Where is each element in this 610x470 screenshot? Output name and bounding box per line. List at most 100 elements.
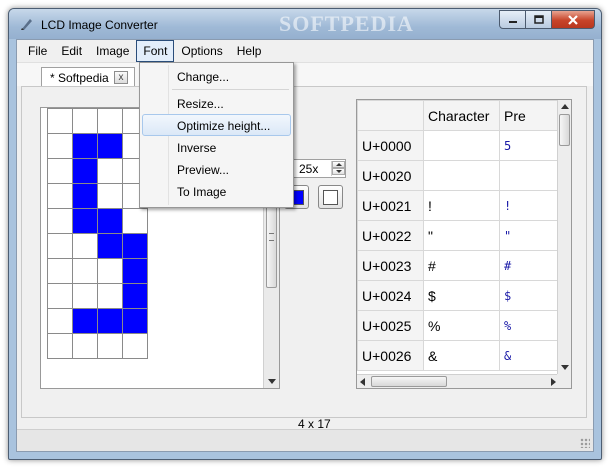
menu-item-inverse[interactable]: Inverse: [142, 136, 291, 158]
pixel-cell[interactable]: [47, 333, 73, 359]
table-row[interactable]: U+0020: [357, 160, 560, 191]
background-color-button[interactable]: [318, 185, 343, 209]
pixel-cell[interactable]: [72, 208, 98, 234]
pixel-cell[interactable]: [47, 183, 73, 209]
row-character[interactable]: !: [423, 190, 500, 221]
pixel-cell[interactable]: [97, 283, 123, 309]
row-character[interactable]: ": [423, 220, 500, 251]
scroll-corner: [557, 374, 571, 388]
close-button[interactable]: [552, 10, 595, 29]
table-row[interactable]: U+0000 5: [357, 130, 560, 161]
resize-grip-icon[interactable]: [580, 438, 590, 448]
row-code: U+0025: [357, 310, 424, 341]
title-bar[interactable]: LCD Image Converter SOFTPEDIA: [9, 9, 601, 39]
pixel-cell[interactable]: [72, 108, 98, 134]
pixel-cell[interactable]: [97, 133, 123, 159]
table-hscroll-thumb[interactable]: [371, 376, 447, 387]
zoom-down-button[interactable]: [332, 168, 345, 175]
menu-item-preview[interactable]: Preview...: [142, 158, 291, 180]
row-character[interactable]: #: [423, 250, 500, 281]
menu-file[interactable]: File: [21, 40, 54, 62]
pixel-cell[interactable]: [47, 283, 73, 309]
scroll-grip-icon: [269, 233, 274, 241]
pixel-cell[interactable]: [122, 308, 148, 334]
menu-help[interactable]: Help: [230, 40, 269, 62]
row-character[interactable]: &: [423, 340, 500, 371]
pixel-cell[interactable]: [97, 158, 123, 184]
scroll-right-arrow-icon[interactable]: [551, 378, 556, 386]
background-color-swatch: [323, 189, 338, 205]
zoom-up-button[interactable]: [332, 161, 345, 168]
tab-strip: * Softpedia x: [17, 62, 593, 88]
pixel-cell[interactable]: [72, 158, 98, 184]
menu-image[interactable]: Image: [89, 40, 136, 62]
pixel-cell[interactable]: [72, 283, 98, 309]
row-preview: $: [499, 280, 560, 311]
menu-item-to-image[interactable]: To Image: [142, 180, 291, 202]
tab-close-button[interactable]: x: [114, 71, 128, 84]
table-row[interactable]: U+0021!!: [357, 190, 560, 221]
row-preview: &: [499, 340, 560, 371]
column-header-preview[interactable]: Pre: [499, 100, 560, 131]
table-row[interactable]: U+0025%%: [357, 310, 560, 341]
pixel-cell[interactable]: [122, 258, 148, 284]
pixel-cell[interactable]: [72, 333, 98, 359]
pixel-cell[interactable]: [72, 133, 98, 159]
tab-label: * Softpedia: [50, 71, 109, 85]
pixel-cell[interactable]: [97, 233, 123, 259]
maximize-button[interactable]: [526, 10, 552, 29]
pixel-cell[interactable]: [97, 333, 123, 359]
scroll-left-arrow-icon[interactable]: [360, 378, 365, 386]
pixel-cell[interactable]: [72, 233, 98, 259]
table-horizontal-scrollbar[interactable]: [357, 374, 559, 388]
pixel-cell[interactable]: [122, 233, 148, 259]
column-header-character[interactable]: Character: [423, 100, 500, 131]
table-row[interactable]: U+0024 $ $: [357, 280, 560, 311]
table-row[interactable]: U+0022 " ": [357, 220, 560, 251]
table-vscroll-thumb[interactable]: [559, 114, 570, 146]
pixel-cell[interactable]: [122, 333, 148, 359]
pixel-cell[interactable]: [72, 308, 98, 334]
pixel-cell[interactable]: [47, 208, 73, 234]
menu-item-optimize-height[interactable]: Optimize height...: [142, 114, 291, 136]
menu-item-change[interactable]: Change...: [142, 65, 291, 87]
tab-softpedia[interactable]: * Softpedia x: [41, 67, 135, 88]
scroll-down-arrow-icon[interactable]: [268, 379, 276, 384]
row-character[interactable]: %: [423, 310, 500, 341]
row-preview: 5: [499, 130, 560, 161]
pixel-cell[interactable]: [47, 258, 73, 284]
pixel-cell[interactable]: [72, 183, 98, 209]
pixel-cell[interactable]: [97, 208, 123, 234]
scroll-up-arrow-icon[interactable]: [561, 104, 569, 109]
pixel-cell[interactable]: [47, 133, 73, 159]
row-preview: %: [499, 310, 560, 341]
pixel-cell[interactable]: [97, 108, 123, 134]
menu-item-resize[interactable]: Resize...: [142, 92, 291, 114]
scroll-down-arrow-icon[interactable]: [561, 365, 569, 370]
minimize-button[interactable]: [499, 10, 526, 29]
pixel-cell[interactable]: [97, 183, 123, 209]
character-table-panel: Character Pre U+0000 5 U+0020 U+0021!! U+…: [356, 99, 572, 389]
pixel-cell[interactable]: [47, 233, 73, 259]
menu-options[interactable]: Options: [174, 40, 229, 62]
menu-edit[interactable]: Edit: [54, 40, 89, 62]
pixel-cell[interactable]: [97, 308, 123, 334]
row-character[interactable]: [423, 130, 500, 161]
menu-font[interactable]: Font: [136, 40, 175, 62]
table-row[interactable]: U+0023 # #: [357, 250, 560, 281]
column-header-code[interactable]: [357, 100, 424, 131]
pixel-cell[interactable]: [47, 158, 73, 184]
pixel-cell[interactable]: [47, 108, 73, 134]
pixel-cell[interactable]: [47, 308, 73, 334]
row-preview: !: [499, 190, 560, 221]
row-character[interactable]: $: [423, 280, 500, 311]
pixel-grid[interactable]: [47, 108, 148, 389]
table-vertical-scrollbar[interactable]: [557, 100, 571, 388]
row-character[interactable]: [423, 160, 500, 191]
pixel-cell[interactable]: [97, 258, 123, 284]
pixel-cell[interactable]: [72, 258, 98, 284]
pixel-cell[interactable]: [122, 283, 148, 309]
pixel-grid-canvas[interactable]: [47, 108, 148, 389]
table-row[interactable]: U+0026 & &: [357, 340, 560, 371]
pixel-cell[interactable]: [122, 208, 148, 234]
